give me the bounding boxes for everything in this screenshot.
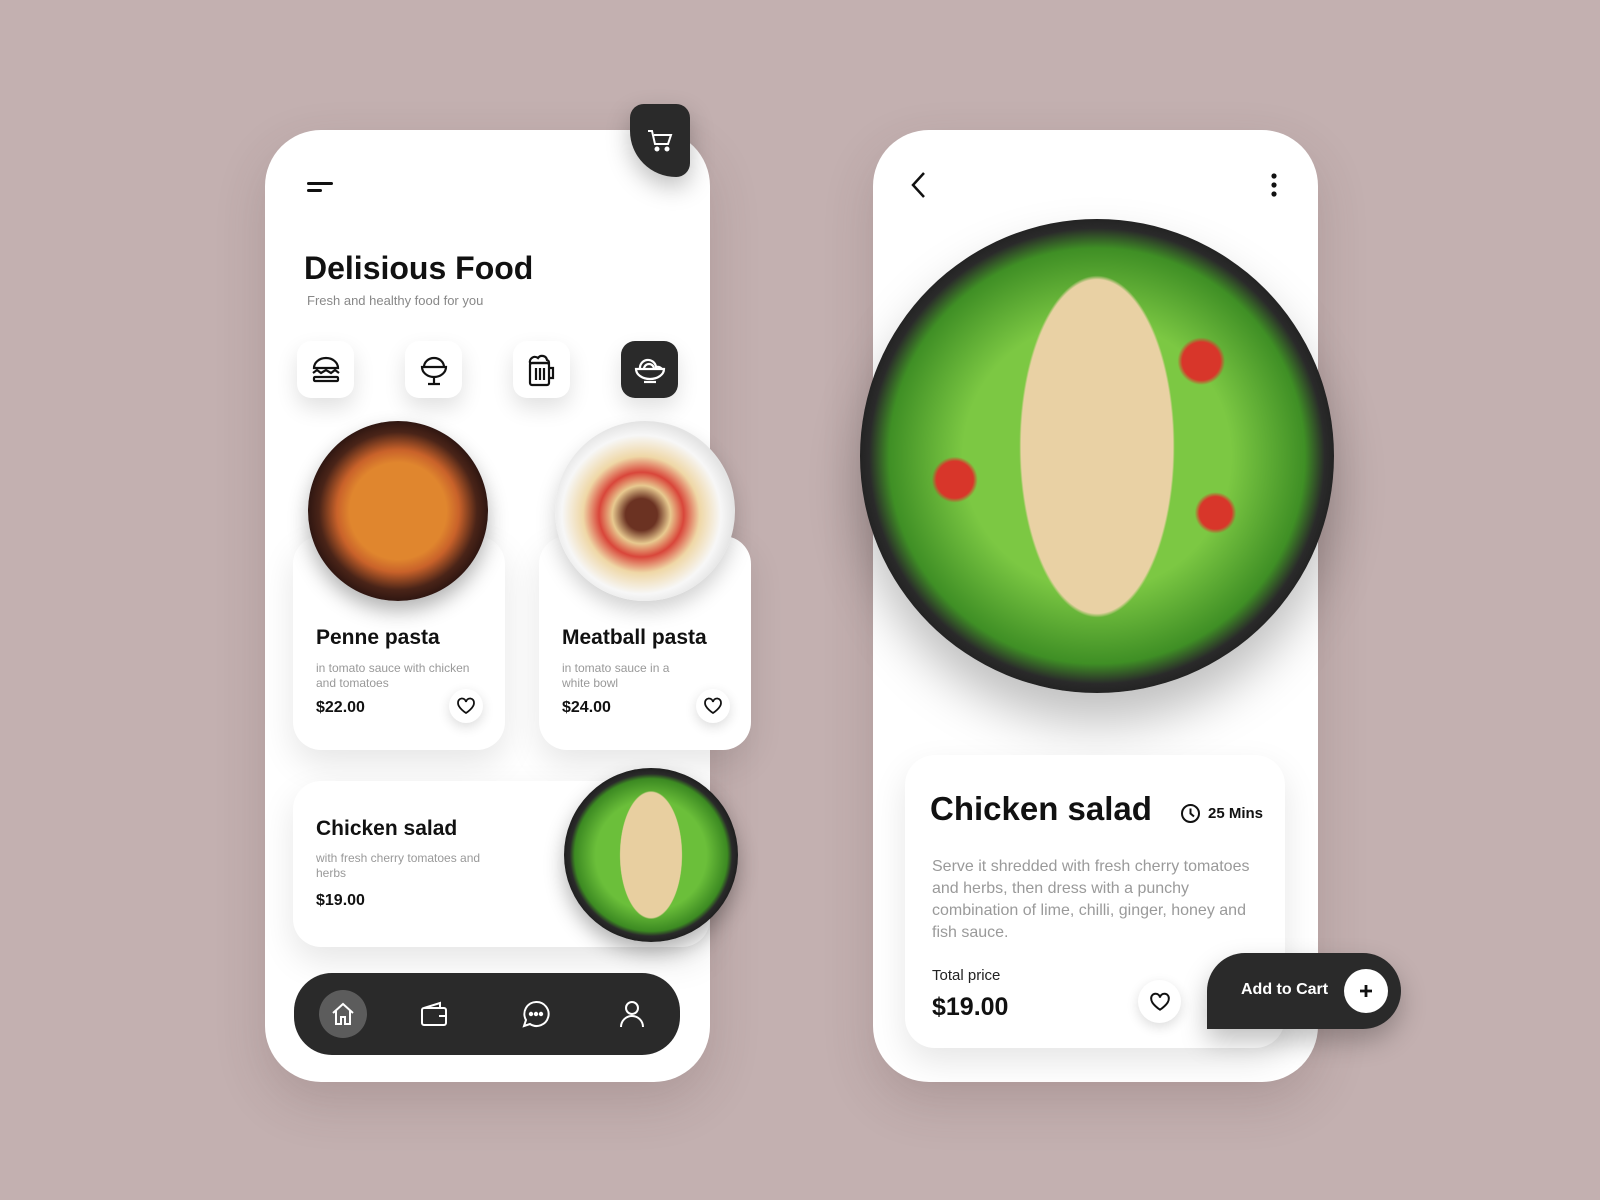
- add-to-cart-label: Add to Cart: [1241, 981, 1329, 998]
- profile-icon: [620, 1001, 644, 1028]
- page-title: Delisious Food: [304, 250, 534, 286]
- nav-profile[interactable]: [612, 994, 652, 1034]
- cart-icon: [648, 129, 673, 151]
- category-ice-cream[interactable]: [405, 341, 462, 398]
- category-noodles[interactable]: [621, 341, 678, 398]
- more-options-icon[interactable]: [1268, 172, 1280, 200]
- meatball-pasta-image: [555, 421, 735, 601]
- category-beer[interactable]: [513, 341, 570, 398]
- heart-icon: [704, 697, 722, 715]
- page-subtitle: Fresh and healthy food for you: [307, 293, 484, 308]
- noodle-bowl-icon: [634, 358, 665, 383]
- item-desc: in tomato sauce with chicken and tomatoe…: [316, 661, 470, 690]
- chat-icon: [522, 1000, 550, 1028]
- item-name: Meatball pasta: [562, 626, 707, 649]
- detail-title: Chicken salad: [930, 790, 1152, 827]
- item-price: $24.00: [562, 699, 611, 716]
- item-desc: with fresh cherry tomatoes and herbs: [316, 851, 481, 880]
- item-name: Penne pasta: [316, 626, 440, 649]
- prep-time: 25 Mins: [1208, 805, 1264, 822]
- total-price-label: Total price: [932, 967, 1001, 984]
- menu-icon[interactable]: [307, 180, 335, 194]
- burger-icon: [311, 356, 340, 382]
- add-to-cart-button[interactable]: Add to Cart: [1207, 953, 1401, 1029]
- heart-icon: [1149, 992, 1170, 1011]
- nav-wallet[interactable]: [414, 994, 454, 1034]
- favorite-button[interactable]: [1138, 980, 1181, 1023]
- favorite-button[interactable]: [449, 689, 483, 723]
- item-name: Chicken salad: [316, 817, 458, 840]
- clock-icon: [1181, 804, 1200, 823]
- item-desc: in tomato sauce in a white bowl: [562, 661, 670, 690]
- category-burger[interactable]: [297, 341, 354, 398]
- wallet-icon: [421, 1001, 447, 1026]
- home-icon: [332, 1002, 354, 1025]
- nav-home[interactable]: [319, 990, 367, 1038]
- detail-description: Serve it shredded with fresh cherry toma…: [932, 858, 1250, 941]
- favorite-button[interactable]: [696, 689, 730, 723]
- nav-chat[interactable]: [516, 994, 556, 1034]
- total-price: $19.00: [932, 993, 1009, 1021]
- ice-cream-icon: [420, 356, 447, 385]
- penne-pasta-image: [308, 421, 488, 601]
- chicken-salad-image: [564, 768, 738, 942]
- plus-icon: [1344, 969, 1388, 1013]
- chicken-salad-hero-image: [860, 219, 1334, 693]
- item-price: $22.00: [316, 699, 365, 716]
- beer-mug-icon: [528, 354, 554, 386]
- heart-icon: [457, 697, 475, 715]
- back-icon[interactable]: [908, 170, 930, 200]
- item-price: $19.00: [316, 892, 365, 909]
